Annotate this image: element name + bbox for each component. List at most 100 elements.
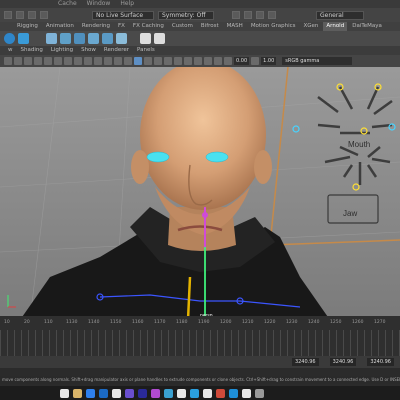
backface-icon[interactable] bbox=[164, 57, 172, 65]
exposure-field[interactable]: 0.00 bbox=[234, 57, 250, 65]
tick-label: 1220 bbox=[264, 320, 276, 325]
camera-icon[interactable] bbox=[4, 57, 12, 65]
color-space-dropdown[interactable]: sRGB gamma bbox=[282, 57, 353, 65]
tab-rendering[interactable]: Rendering bbox=[79, 22, 113, 31]
tab-custom[interactable]: Custom bbox=[169, 22, 196, 31]
time-slider[interactable]: 10 20 110 1130 1140 1150 1160 1170 1180 … bbox=[0, 316, 400, 356]
ao-icon[interactable] bbox=[114, 57, 122, 65]
shelf-icons bbox=[0, 31, 400, 46]
tick-label: 1200 bbox=[220, 320, 232, 325]
shadows-icon[interactable] bbox=[104, 57, 112, 65]
range-mid-field[interactable]: 3240.96 bbox=[329, 358, 357, 366]
app-icon[interactable] bbox=[164, 388, 173, 398]
view-transform-icon[interactable] bbox=[214, 57, 222, 65]
exposure-icon[interactable] bbox=[224, 57, 232, 65]
tick-label: 1190 bbox=[198, 320, 210, 325]
tab-motion-graphics[interactable]: Motion Graphics bbox=[248, 22, 299, 31]
cube-icon[interactable] bbox=[18, 33, 29, 44]
help-line: move components along normals. Shift+dra… bbox=[0, 376, 400, 384]
app-icon[interactable] bbox=[255, 388, 264, 398]
panel-menu-renderer[interactable]: Renderer bbox=[104, 46, 129, 55]
bookmark-icon[interactable] bbox=[24, 57, 32, 65]
xray-joints-icon[interactable] bbox=[154, 57, 162, 65]
app-icon[interactable] bbox=[86, 388, 95, 398]
grid-icon[interactable] bbox=[88, 33, 99, 44]
tab-fx[interactable]: FX bbox=[115, 22, 128, 31]
range-end-field[interactable]: 3240.96 bbox=[367, 358, 394, 366]
render-icon[interactable] bbox=[232, 11, 240, 19]
isolate-icon[interactable] bbox=[134, 57, 142, 65]
grid-icon[interactable] bbox=[74, 33, 85, 44]
menu-item-window[interactable]: Window bbox=[87, 0, 111, 8]
ss-icon[interactable] bbox=[204, 57, 212, 65]
menu-item-help[interactable]: Help bbox=[120, 0, 134, 8]
grid-icon[interactable] bbox=[102, 33, 113, 44]
sphere-icon[interactable] bbox=[4, 33, 15, 44]
app-icon[interactable] bbox=[190, 388, 199, 398]
range-start-field[interactable]: 3240.96 bbox=[291, 358, 319, 366]
tab-rigging[interactable]: Rigging bbox=[14, 22, 41, 31]
render-icon[interactable] bbox=[256, 11, 264, 19]
hud-icon[interactable] bbox=[174, 57, 182, 65]
mode-icon[interactable] bbox=[40, 11, 48, 19]
wireframe-icon[interactable] bbox=[64, 57, 72, 65]
camera-icon[interactable] bbox=[14, 57, 22, 65]
timeline-track[interactable] bbox=[0, 330, 400, 356]
tab-animation[interactable]: Animation bbox=[43, 22, 77, 31]
panel-menu-panels[interactable]: Panels bbox=[137, 46, 155, 55]
tab-xgen[interactable]: XGen bbox=[301, 22, 322, 31]
xray-icon[interactable] bbox=[144, 57, 152, 65]
grid-toggle-icon[interactable] bbox=[34, 57, 42, 65]
jaw-joint bbox=[202, 212, 208, 218]
viewport-panel[interactable]: Mouth Jaw bbox=[0, 67, 400, 320]
grid-icon[interactable] bbox=[46, 33, 57, 44]
app-icon[interactable] bbox=[229, 388, 238, 398]
aa-icon[interactable] bbox=[184, 57, 192, 65]
smooth-shade-icon[interactable] bbox=[74, 57, 82, 65]
os-taskbar bbox=[0, 386, 400, 400]
app-icon[interactable] bbox=[125, 388, 134, 398]
tab-bifrost[interactable]: Bifrost bbox=[198, 22, 222, 31]
tab-fx-caching[interactable]: FX Caching bbox=[130, 22, 167, 31]
app-icon[interactable] bbox=[177, 388, 186, 398]
tab-mash[interactable]: MASH bbox=[224, 22, 246, 31]
gamma-icon[interactable] bbox=[251, 57, 260, 65]
mode-icon[interactable] bbox=[16, 11, 24, 19]
app-icon[interactable] bbox=[73, 388, 82, 398]
app-icon[interactable] bbox=[216, 388, 225, 398]
resolution-gate-icon[interactable] bbox=[54, 57, 62, 65]
app-icon[interactable] bbox=[60, 388, 69, 398]
app-icon[interactable] bbox=[99, 388, 108, 398]
symmetry-dropdown[interactable]: Symmetry: Off bbox=[158, 10, 214, 20]
render-icon[interactable] bbox=[268, 11, 276, 19]
textured-icon[interactable] bbox=[84, 57, 92, 65]
eye-icon[interactable] bbox=[154, 33, 165, 44]
mode-icon[interactable] bbox=[4, 11, 12, 19]
panel-menu-shading[interactable]: Shading bbox=[21, 46, 43, 55]
app-icon[interactable] bbox=[151, 388, 160, 398]
gamma-field[interactable]: 1.00 bbox=[261, 57, 277, 65]
main-menu-bar: Cache Window Help bbox=[0, 0, 400, 8]
dof-icon[interactable] bbox=[194, 57, 202, 65]
live-surface-field[interactable]: No Live Surface bbox=[92, 10, 154, 20]
tab-arnold[interactable]: Arnold bbox=[323, 22, 348, 31]
panel-menu-show[interactable]: Show bbox=[81, 46, 96, 55]
workspace-dropdown[interactable]: General bbox=[316, 10, 364, 20]
film-gate-icon[interactable] bbox=[44, 57, 52, 65]
menu-item-cache[interactable]: Cache bbox=[58, 0, 77, 8]
panel-menu-lighting[interactable]: Lighting bbox=[51, 46, 73, 55]
mode-icon[interactable] bbox=[28, 11, 36, 19]
panel-menu-view[interactable]: w bbox=[8, 46, 13, 55]
app-icon[interactable] bbox=[138, 388, 147, 398]
display-icon[interactable] bbox=[140, 33, 151, 44]
render-icon[interactable] bbox=[244, 11, 252, 19]
app-icon[interactable] bbox=[242, 388, 251, 398]
tab-daitemaya[interactable]: DaiTeMaya bbox=[349, 22, 385, 31]
app-icon[interactable] bbox=[112, 388, 121, 398]
lights-icon[interactable] bbox=[94, 57, 102, 65]
grid-icon[interactable] bbox=[60, 33, 71, 44]
motion-blur-icon[interactable] bbox=[124, 57, 132, 65]
app-icon[interactable] bbox=[203, 388, 212, 398]
tick-label: 110 bbox=[44, 320, 53, 325]
grid-icon[interactable] bbox=[116, 33, 127, 44]
